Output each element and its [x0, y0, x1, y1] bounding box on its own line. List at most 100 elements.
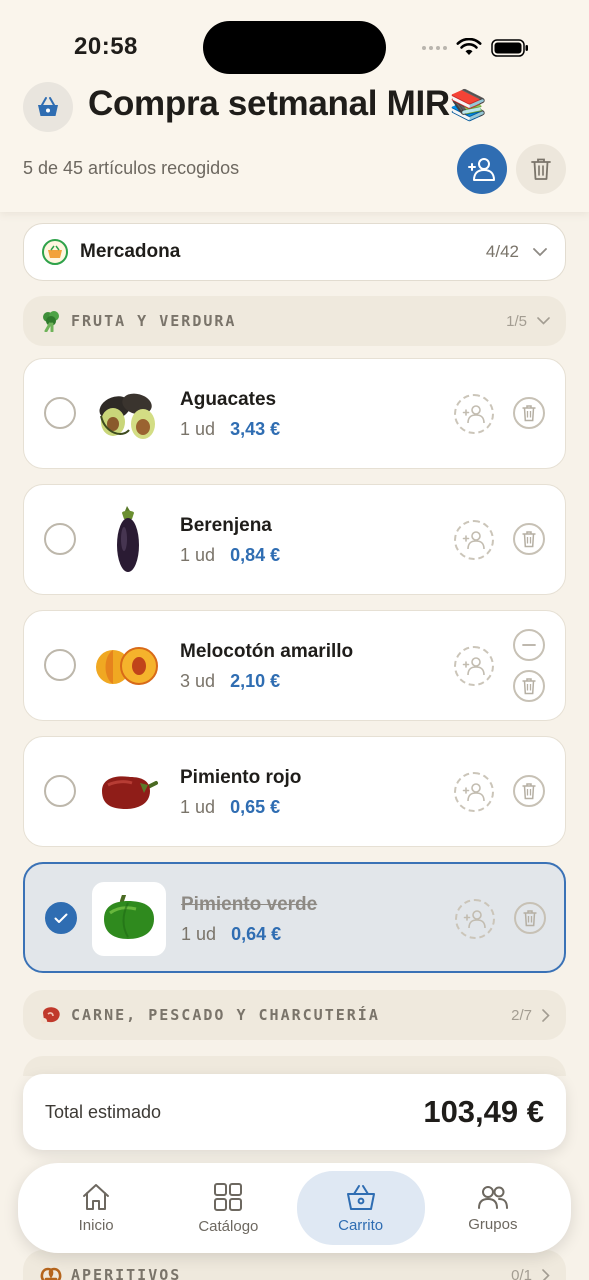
page-title: Compra setmanal MIR📚: [88, 84, 487, 124]
delete-list-button[interactable]: [516, 144, 566, 194]
basket-icon: [38, 97, 58, 116]
product-image: [91, 377, 165, 451]
tab-catalogo[interactable]: Catálogo: [164, 1171, 292, 1245]
chevron-right-icon: [542, 1268, 550, 1280]
pretzel-icon: [39, 1263, 63, 1280]
tab-label: Grupos: [468, 1215, 518, 1233]
category-count: 1/5: [506, 312, 527, 330]
item-meta: 1 ud 0,65 €: [180, 797, 280, 818]
hidden-category-row: [23, 1056, 566, 1076]
product-image: [91, 755, 165, 829]
item-name: Aguacates: [180, 389, 277, 410]
product-image: [91, 503, 165, 577]
dynamic-island: [203, 21, 386, 74]
meat-icon: [39, 1003, 63, 1027]
list-basket-badge: [23, 82, 73, 132]
tab-label: Inicio: [78, 1216, 114, 1234]
home-icon: [83, 1183, 110, 1210]
item-quantity: 1 ud: [180, 419, 216, 439]
assign-user-button[interactable]: [454, 646, 494, 686]
battery-icon: [491, 38, 528, 57]
list-item[interactable]: Berenjena 1 ud 0,84 €: [23, 484, 566, 595]
category-fruta-y-verdura[interactable]: FRUTA Y VERDURA 1/5: [23, 296, 566, 346]
signal-icon: [422, 45, 447, 50]
list-item[interactable]: Aguacates 1 ud 3,43 €: [23, 358, 566, 469]
item-checkbox[interactable]: [44, 649, 76, 681]
list-item-checked[interactable]: Pimiento verde 1 ud 0,64 €: [23, 862, 566, 973]
item-checkbox[interactable]: [45, 902, 77, 934]
add-user-icon: [462, 405, 485, 424]
decrease-quantity-button[interactable]: [513, 629, 545, 661]
status-time: 20:58: [74, 33, 138, 60]
minus-icon: [522, 644, 536, 646]
tab-inicio[interactable]: Inicio: [32, 1171, 160, 1245]
trash-icon: [523, 910, 537, 927]
item-meta: 1 ud 3,43 €: [180, 419, 280, 440]
list-item[interactable]: Pimiento rojo 1 ud 0,65 €: [23, 736, 566, 847]
add-member-button[interactable]: [457, 144, 507, 194]
item-quantity: 3 ud: [180, 671, 216, 691]
item-checkbox[interactable]: [44, 775, 76, 807]
total-label: Total estimado: [45, 1101, 162, 1122]
item-price: 2,10 €: [230, 671, 281, 691]
item-meta: 1 ud 0,64 €: [181, 924, 281, 945]
store-basket-icon: [42, 239, 68, 265]
category-aperitivos[interactable]: APERITIVOS 0/1: [23, 1250, 566, 1280]
basket-icon: [346, 1184, 375, 1210]
collected-counter: 5 de 45 artículos recogidos: [23, 158, 240, 178]
category-name: FRUTA Y VERDURA: [71, 312, 237, 330]
total-value: 103,49 €: [423, 1094, 544, 1129]
checkmark-icon: [54, 913, 68, 923]
item-checkbox[interactable]: [44, 523, 76, 555]
tab-carrito[interactable]: Carrito: [296, 1171, 425, 1245]
trash-icon: [522, 405, 536, 422]
delete-item-button[interactable]: [513, 523, 545, 555]
category-carne-pescado[interactable]: CARNE, PESCADO Y CHARCUTERÍA 2/7: [23, 990, 566, 1040]
category-count: 2/7: [511, 1006, 532, 1024]
tab-label: Carrito: [338, 1216, 384, 1234]
assign-user-button[interactable]: [454, 520, 494, 560]
add-user-icon: [462, 657, 485, 676]
category-count: 0/1: [511, 1266, 532, 1280]
wifi-icon: [456, 38, 482, 55]
add-user-icon: [462, 783, 485, 802]
chevron-down-icon: [537, 317, 550, 325]
store-selector[interactable]: Mercadona 4/42: [23, 223, 566, 281]
tab-grupos[interactable]: Grupos: [429, 1171, 557, 1245]
assign-user-button[interactable]: [454, 772, 494, 812]
bottom-tab-bar: Inicio Catálogo Carrito Grupos: [18, 1163, 571, 1253]
item-quantity: 1 ud: [180, 797, 216, 817]
store-name: Mercadona: [80, 241, 181, 262]
trash-icon: [522, 678, 536, 695]
item-quantity: 1 ud: [180, 545, 216, 565]
broccoli-icon: [39, 309, 63, 333]
item-price: 0,65 €: [230, 797, 281, 817]
chevron-right-icon: [542, 1008, 550, 1022]
delete-item-button[interactable]: [513, 397, 545, 429]
trash-icon: [522, 531, 536, 548]
tab-label: Catálogo: [198, 1217, 259, 1235]
item-meta: 1 ud 0,84 €: [180, 545, 280, 566]
category-name: CARNE, PESCADO Y CHARCUTERÍA: [71, 1006, 380, 1024]
title-text: Compra setmanal MIR: [88, 84, 450, 123]
delete-item-button[interactable]: [513, 670, 545, 702]
item-price: 0,84 €: [230, 545, 281, 565]
users-icon: [477, 1185, 508, 1209]
grid-icon: [214, 1182, 243, 1211]
assign-user-button[interactable]: [454, 394, 494, 434]
product-image: [91, 629, 165, 703]
books-emoji: 📚: [449, 89, 487, 122]
store-count: 4/42: [485, 242, 519, 261]
chevron-down-icon: [533, 247, 547, 256]
item-name: Melocotón amarillo: [180, 641, 354, 662]
item-checkbox[interactable]: [44, 397, 76, 429]
delete-item-button[interactable]: [514, 902, 546, 934]
assign-user-button[interactable]: [455, 899, 495, 939]
category-name: APERITIVOS: [71, 1266, 182, 1280]
list-item[interactable]: Melocotón amarillo 3 ud 2,10 €: [23, 610, 566, 721]
product-image: [92, 882, 166, 956]
trash-icon: [522, 783, 536, 800]
delete-item-button[interactable]: [513, 775, 545, 807]
add-user-icon: [463, 910, 486, 929]
item-name: Berenjena: [180, 515, 272, 536]
